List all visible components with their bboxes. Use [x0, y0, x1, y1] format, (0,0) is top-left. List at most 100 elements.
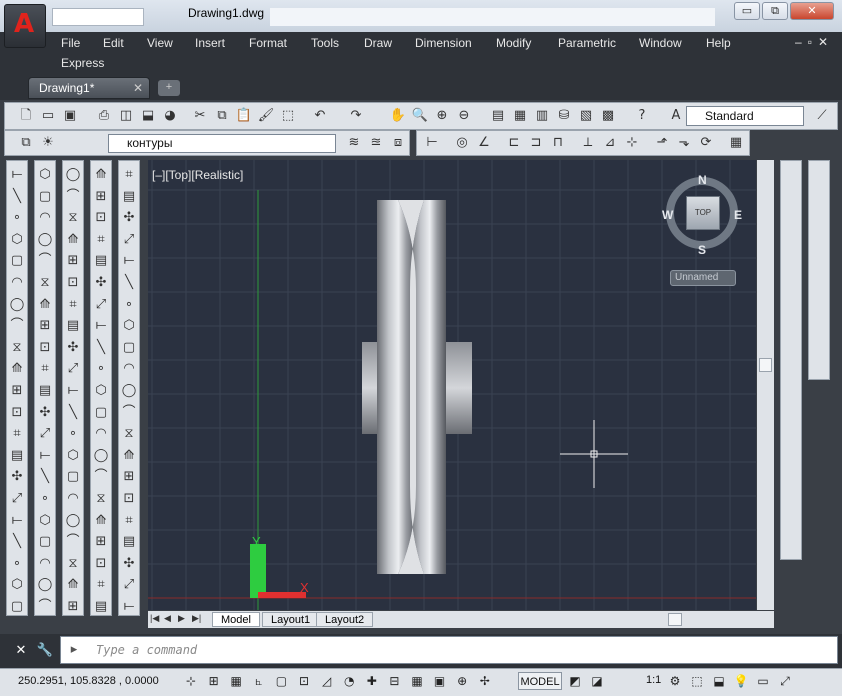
tool-icon[interactable]: ⤢: [120, 576, 138, 594]
status-tool-icon[interactable]: ⚙: [666, 671, 684, 691]
tool-icon[interactable]: ⊞: [64, 252, 82, 270]
tool-icon[interactable]: ╲: [120, 274, 138, 292]
sheet-set-icon[interactable]: ⛁: [555, 107, 573, 125]
tool-icon[interactable]: ▢: [36, 533, 54, 551]
quick-access-toolbar[interactable]: [52, 8, 144, 26]
status-toggle-icon[interactable]: ⊡: [295, 671, 313, 691]
tool-icon[interactable]: ⧖: [92, 490, 110, 508]
tool-icon[interactable]: ╲: [92, 339, 110, 357]
redo-icon[interactable]: ↷: [347, 107, 365, 125]
tool-icon[interactable]: ▢: [8, 598, 26, 616]
menu-item-tools[interactable]: Tools: [311, 34, 339, 52]
status-toggle-icon[interactable]: ◿: [318, 671, 336, 691]
layer-properties-icon[interactable]: ⧉: [17, 134, 35, 152]
layout-nav-icon[interactable]: |◀: [150, 613, 159, 624]
tool-icon[interactable]: ⬡: [64, 447, 82, 465]
tool-icon[interactable]: ⌗: [92, 576, 110, 594]
status-toggle-icon[interactable]: ⦜: [250, 671, 268, 691]
tool-icon[interactable]: ▤: [92, 598, 110, 616]
status-toggle-icon[interactable]: ▢: [272, 671, 290, 691]
continue-icon[interactable]: ⊐: [527, 134, 545, 152]
tool-icon[interactable]: ⊡: [36, 339, 54, 357]
tool-icon[interactable]: ⟰: [8, 360, 26, 378]
status-toggle-icon[interactable]: ✢: [476, 671, 494, 691]
drawing-viewport[interactable]: Y X: [148, 160, 756, 610]
tool-icon[interactable]: ∘: [8, 209, 26, 227]
status-toggle-icon[interactable]: ⊕: [453, 671, 471, 691]
tool-icon[interactable]: ⤢: [64, 360, 82, 378]
tool-icon[interactable]: ⤢: [36, 425, 54, 443]
calculator-icon[interactable]: ▩: [599, 107, 617, 125]
match-properties-icon[interactable]: 🖌: [257, 107, 275, 125]
tab-drawing1[interactable]: Drawing1* ✕: [28, 77, 150, 99]
status-toggle-icon[interactable]: ▦: [227, 671, 245, 691]
dim-style-mgr-icon[interactable]: ▦: [727, 134, 745, 152]
tool-icon[interactable]: ◯: [120, 382, 138, 400]
text-style-select[interactable]: Standard: [686, 106, 804, 126]
help-icon[interactable]: ?: [633, 107, 651, 125]
tool-icon[interactable]: ⤢: [92, 296, 110, 314]
close-command-icon[interactable]: ✕: [12, 642, 30, 660]
tool-icon[interactable]: ✣: [8, 468, 26, 486]
make-current-icon[interactable]: ≋: [345, 134, 363, 152]
layout-nav-icon[interactable]: ▶: [178, 613, 185, 624]
tool-icon[interactable]: ⌒: [36, 598, 54, 616]
tool-icon[interactable]: ⟰: [92, 166, 110, 184]
tool-icon[interactable]: ⌒: [8, 317, 26, 335]
tool-icon[interactable]: ⬡: [8, 576, 26, 594]
tool-icon[interactable]: ⟰: [92, 512, 110, 530]
tool-icon[interactable]: ⬡: [8, 231, 26, 249]
vertical-scrollbar[interactable]: [757, 160, 774, 610]
open-icon[interactable]: ▭: [39, 107, 57, 125]
tool-icon[interactable]: ⌗: [120, 512, 138, 530]
dim-update-icon[interactable]: ⟳: [697, 134, 715, 152]
menu-item-edit[interactable]: Edit: [103, 34, 124, 52]
paste-icon[interactable]: 📋: [235, 107, 253, 125]
tool-icon[interactable]: ⊞: [64, 598, 82, 616]
tool-icon[interactable]: ▤: [64, 317, 82, 335]
tool-icon[interactable]: ◯: [36, 231, 54, 249]
layout-tab-layout1[interactable]: Layout1: [262, 612, 320, 627]
tool-icon[interactable]: ⌒: [64, 533, 82, 551]
tool-icon[interactable]: ⌒: [92, 468, 110, 486]
status-toggle-icon[interactable]: ◔: [340, 671, 358, 691]
viewport-label[interactable]: [–][Top][Realistic]: [152, 168, 243, 182]
tool-icon[interactable]: ╲: [36, 468, 54, 486]
tool-icon[interactable]: ⧖: [8, 339, 26, 357]
layout-nav-icon[interactable]: ◀: [164, 613, 171, 624]
tolerance-icon[interactable]: ⊿: [601, 134, 619, 152]
tool-icon[interactable]: ⊞: [120, 468, 138, 486]
tool-icon[interactable]: ⌗: [8, 425, 26, 443]
tool-icon[interactable]: ◠: [120, 360, 138, 378]
layer-state-icon[interactable]: ☀: [39, 134, 57, 152]
print-icon[interactable]: ⎙: [95, 107, 113, 125]
tool-icon[interactable]: ⧖: [120, 425, 138, 443]
status-tool-icon[interactable]: ▭: [754, 671, 772, 691]
zoom-previous-icon[interactable]: ⊖: [455, 107, 473, 125]
tab-close-icon[interactable]: ✕: [133, 78, 143, 98]
tool-icon[interactable]: ⧖: [36, 274, 54, 292]
tool-icon[interactable]: ⌒: [36, 252, 54, 270]
tool-icon[interactable]: ⟝: [36, 447, 54, 465]
tool-icon[interactable]: ╲: [8, 533, 26, 551]
tool-icon[interactable]: ⊡: [64, 274, 82, 292]
linear-dim-icon[interactable]: ⊢: [423, 134, 441, 152]
status-tool-icon[interactable]: 💡: [732, 671, 750, 691]
ordinate-icon[interactable]: ⟂: [579, 134, 597, 152]
tool-icon[interactable]: ⊡: [92, 209, 110, 227]
tool-icon[interactable]: ⟝: [8, 166, 26, 184]
tool-icon[interactable]: ⤢: [120, 231, 138, 249]
dim-text-edit-icon[interactable]: ⬎: [675, 134, 693, 152]
tool-icon[interactable]: ✣: [92, 274, 110, 292]
customize-command-icon[interactable]: 🔧: [36, 642, 54, 660]
tool-icon[interactable]: ▢: [8, 252, 26, 270]
tool-icon[interactable]: ◯: [8, 296, 26, 314]
menu-item-parametric[interactable]: Parametric: [558, 34, 616, 52]
properties-icon[interactable]: ▤: [489, 107, 507, 125]
tool-icon[interactable]: ▤: [92, 252, 110, 270]
minimize-button[interactable]: ▭: [734, 2, 760, 20]
menu-item-view[interactable]: View: [147, 34, 173, 52]
tool-icon[interactable]: ⟝: [8, 512, 26, 530]
tool-icon[interactable]: ◯: [64, 166, 82, 184]
status-tool-icon[interactable]: ⬚: [688, 671, 706, 691]
